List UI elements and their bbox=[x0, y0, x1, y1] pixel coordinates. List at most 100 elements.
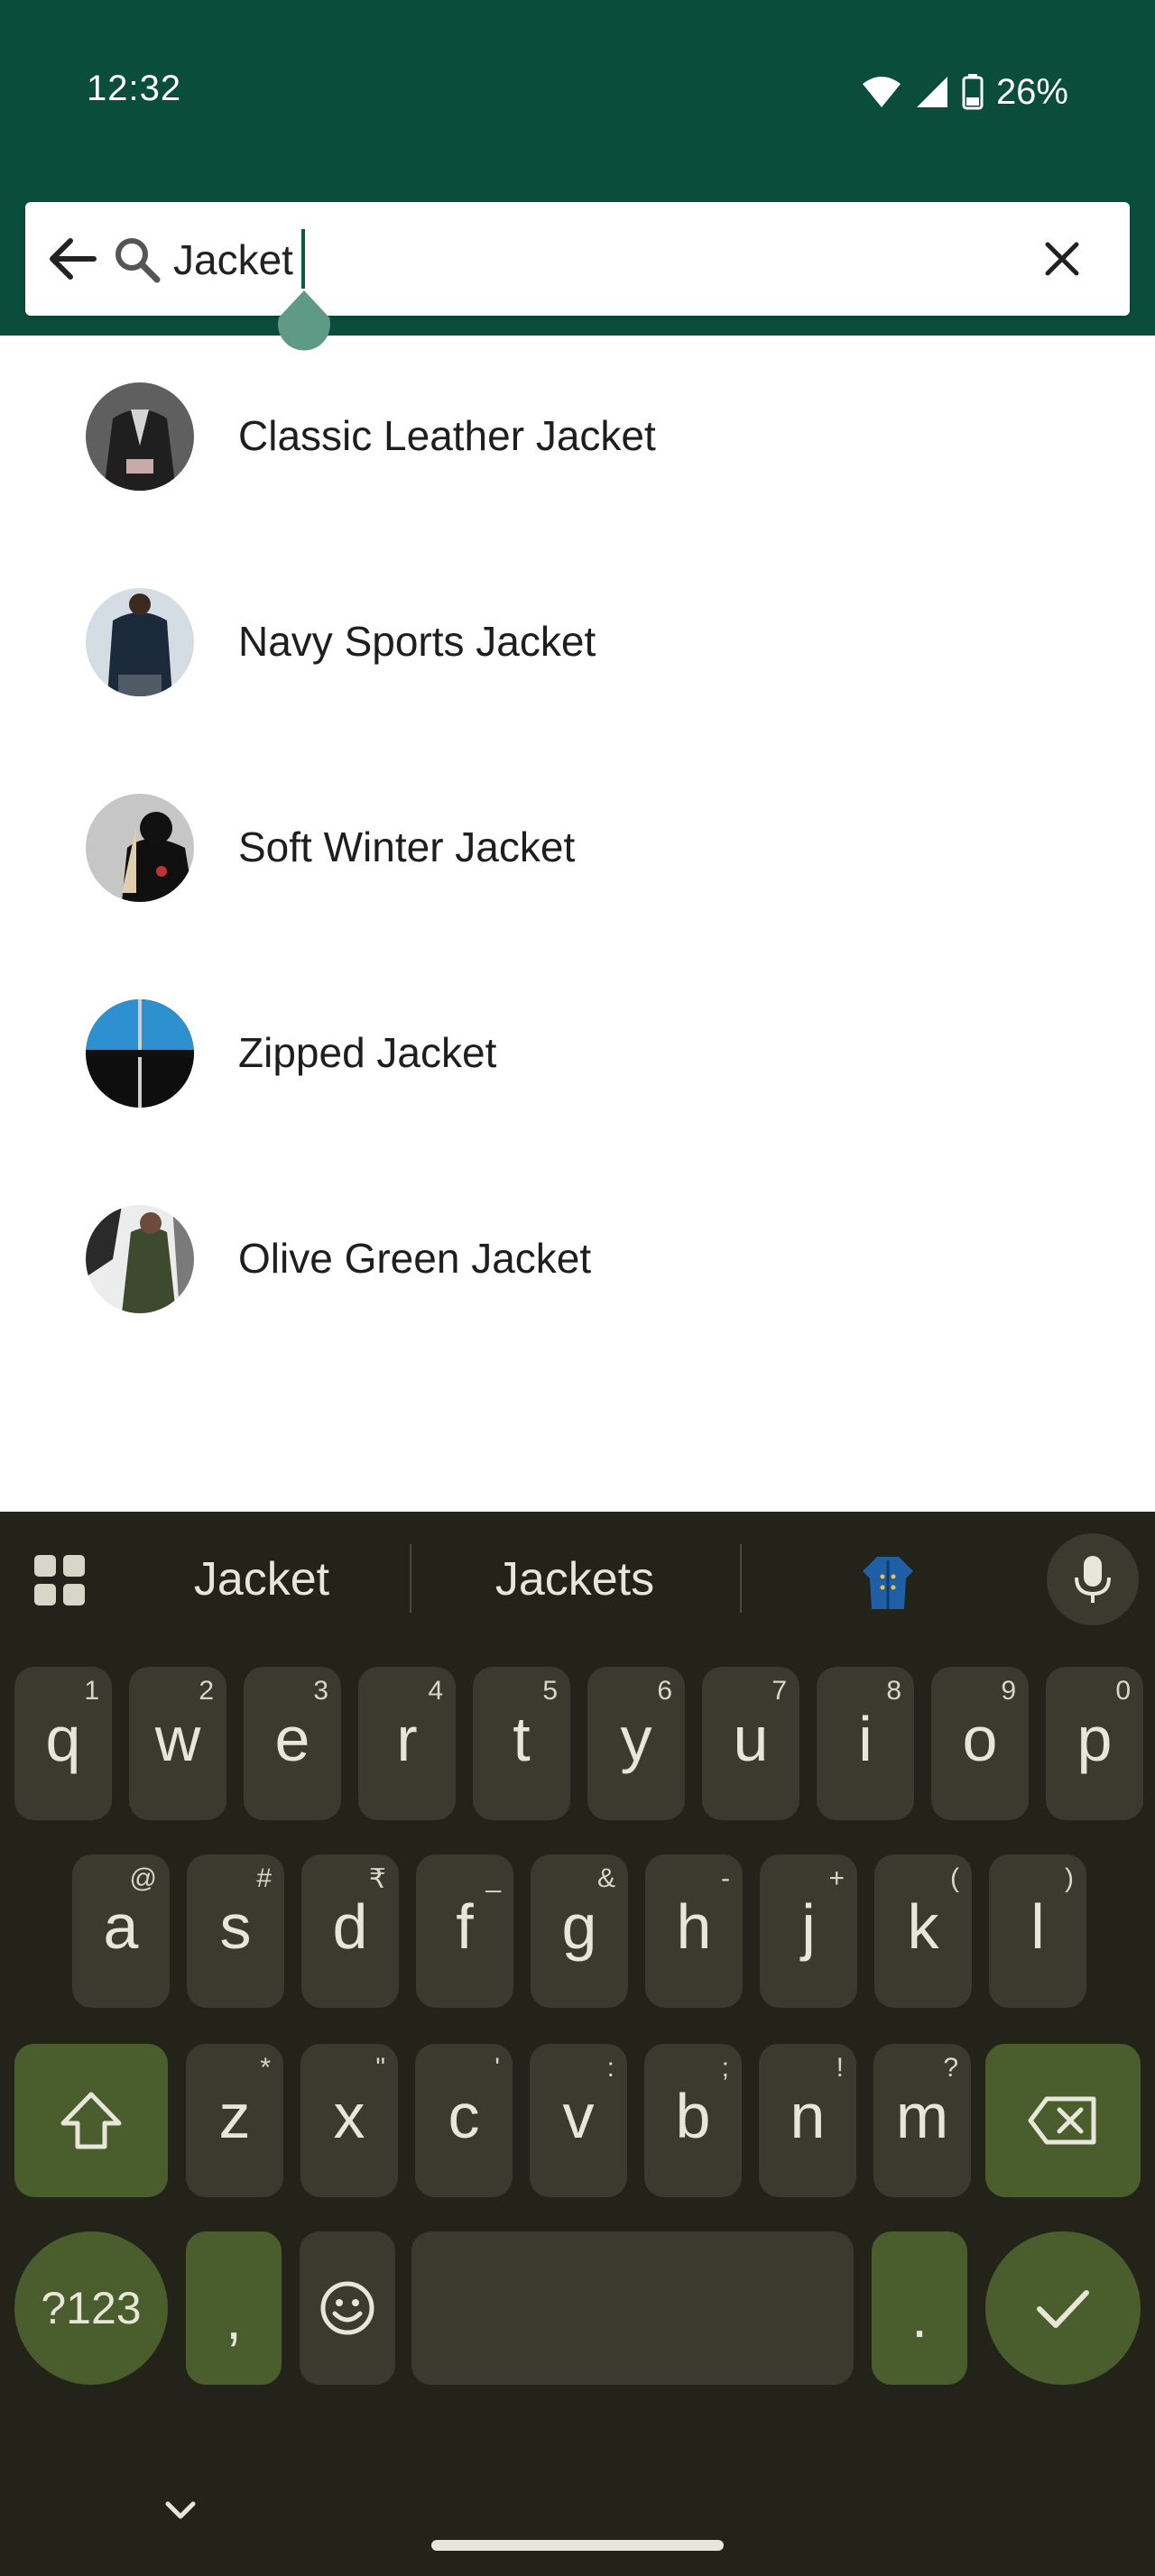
home-indicator[interactable] bbox=[431, 2540, 724, 2551]
space-key[interactable] bbox=[411, 2231, 854, 2385]
key-u[interactable]: 7u bbox=[702, 1667, 799, 1820]
key-alt-label: 6 bbox=[657, 1676, 672, 1706]
key-y[interactable]: 6y bbox=[587, 1667, 685, 1820]
key-label: p bbox=[1076, 1704, 1113, 1774]
key-label: r bbox=[396, 1704, 418, 1774]
list-item[interactable]: Classic Leather Jacket bbox=[0, 336, 1155, 541]
key-label: h bbox=[676, 1891, 712, 1962]
list-item[interactable]: Zipped Jacket bbox=[0, 952, 1155, 1158]
key-x[interactable]: " x bbox=[300, 2044, 398, 2197]
key-a[interactable]: @ a bbox=[72, 1854, 170, 2008]
key-h[interactable]: -h bbox=[645, 1854, 743, 2008]
key-o[interactable]: 9o bbox=[931, 1667, 1029, 1820]
key-e[interactable]: 3e bbox=[244, 1667, 341, 1820]
key-v[interactable]: :v bbox=[530, 2044, 627, 2197]
key-label: q bbox=[45, 1704, 81, 1774]
suggestion-strip: Jacket Jackets bbox=[0, 1512, 1155, 1645]
key-t[interactable]: 5t bbox=[473, 1667, 570, 1820]
key-label: y bbox=[620, 1704, 652, 1774]
comma-key[interactable]: , bbox=[186, 2231, 282, 2385]
close-icon bbox=[1045, 242, 1079, 276]
key-z[interactable]: * z bbox=[186, 2044, 283, 2197]
product-thumbnail bbox=[86, 382, 194, 491]
key-alt-label: : bbox=[606, 2053, 614, 2083]
key-alt-label: @ bbox=[129, 1863, 157, 1893]
grid-icon[interactable] bbox=[31, 1551, 88, 1609]
key-p[interactable]: 0p bbox=[1046, 1667, 1143, 1820]
key-m[interactable]: ? m bbox=[873, 2044, 971, 2197]
clear-button[interactable] bbox=[1030, 227, 1094, 290]
key-b[interactable]: ; b bbox=[644, 2044, 742, 2197]
key-label: z bbox=[218, 2081, 251, 2151]
result-label: Soft Winter Jacket bbox=[238, 823, 576, 870]
key-label: j bbox=[801, 1891, 816, 1962]
key-label: g bbox=[561, 1891, 597, 1962]
key-label: e bbox=[274, 1704, 310, 1774]
key-label: s bbox=[219, 1891, 252, 1962]
key-label: w bbox=[154, 1704, 201, 1774]
list-item[interactable]: Soft Winter Jacket bbox=[0, 747, 1155, 952]
product-thumbnail bbox=[86, 999, 194, 1108]
back-button[interactable] bbox=[36, 225, 108, 292]
chevron-down-icon[interactable] bbox=[161, 2491, 200, 2531]
symbols-key[interactable]: ?123 bbox=[14, 2231, 168, 2385]
search-input[interactable]: Jacket bbox=[173, 231, 293, 289]
key-c[interactable]: ' c bbox=[415, 2044, 513, 2197]
key-alt-label: ( bbox=[950, 1863, 959, 1893]
key-alt-label: ! bbox=[836, 2053, 844, 2083]
key-i[interactable]: 8i bbox=[817, 1667, 914, 1820]
text-cursor bbox=[301, 229, 305, 289]
key-label: t bbox=[513, 1704, 531, 1774]
enter-key[interactable] bbox=[985, 2231, 1141, 2385]
search-icon bbox=[108, 231, 166, 289]
key-label: u bbox=[733, 1704, 769, 1774]
voice-input-button[interactable] bbox=[1047, 1533, 1139, 1625]
key-k[interactable]: (k bbox=[874, 1854, 972, 2008]
key-label: k bbox=[907, 1891, 939, 1962]
suggestion-2[interactable]: Jackets bbox=[433, 1548, 716, 1611]
key-alt-label: 4 bbox=[428, 1676, 443, 1706]
key-label: m bbox=[895, 2081, 949, 2151]
key-w[interactable]: 2w bbox=[129, 1667, 226, 1820]
status-time: 12:32 bbox=[87, 69, 182, 108]
divider bbox=[410, 1544, 411, 1613]
list-item[interactable]: Navy Sports Jacket bbox=[0, 541, 1155, 747]
shift-icon bbox=[60, 2092, 122, 2149]
on-screen-keyboard: Jacket Jackets 1q2w3e4r5t6y7u8i9o0p @ a # s… bbox=[0, 1512, 1155, 2576]
microphone-icon bbox=[1075, 1556, 1111, 1603]
key-label: x bbox=[333, 2081, 365, 2151]
key-n[interactable]: ! n bbox=[759, 2044, 856, 2197]
status-icons: 26% bbox=[861, 67, 1068, 117]
product-thumbnail bbox=[86, 588, 194, 696]
comma-key-label: , bbox=[226, 2286, 242, 2351]
key-s[interactable]: # s bbox=[187, 1854, 284, 2008]
coat-emoji-icon[interactable] bbox=[857, 1551, 919, 1613]
search-bar[interactable]: Jacket bbox=[25, 202, 1130, 316]
key-q[interactable]: 1q bbox=[14, 1667, 112, 1820]
key-alt-label: & bbox=[596, 1863, 615, 1893]
key-alt-label: ; bbox=[721, 2053, 729, 2083]
key-label: c bbox=[448, 2081, 480, 2151]
key-alt-label: 5 bbox=[542, 1676, 558, 1706]
suggestion-1[interactable]: Jacket bbox=[135, 1548, 388, 1611]
result-label: Zipped Jacket bbox=[238, 1029, 497, 1076]
period-key-label: . bbox=[911, 2285, 928, 2350]
key-label: f bbox=[456, 1891, 474, 1962]
product-thumbnail bbox=[86, 794, 194, 902]
key-d[interactable]: ₹ d bbox=[301, 1854, 399, 2008]
key-g[interactable]: & g bbox=[531, 1854, 628, 2008]
wifi-icon bbox=[862, 77, 901, 107]
backspace-key[interactable] bbox=[985, 2044, 1141, 2197]
period-key[interactable]: . bbox=[872, 2231, 967, 2385]
emoji-key[interactable] bbox=[300, 2231, 395, 2385]
key-r[interactable]: 4r bbox=[358, 1667, 456, 1820]
key-f[interactable]: _ f bbox=[416, 1854, 513, 2008]
key-l[interactable]: ) l bbox=[989, 1854, 1086, 2008]
shift-key[interactable] bbox=[14, 2044, 168, 2197]
divider bbox=[740, 1544, 742, 1613]
back-arrow-icon bbox=[50, 238, 97, 280]
list-item[interactable]: Olive Green Jacket bbox=[0, 1158, 1155, 1364]
key-j[interactable]: + j bbox=[760, 1854, 857, 2008]
key-alt-label: ' bbox=[494, 2053, 500, 2083]
battery-icon bbox=[962, 74, 984, 110]
